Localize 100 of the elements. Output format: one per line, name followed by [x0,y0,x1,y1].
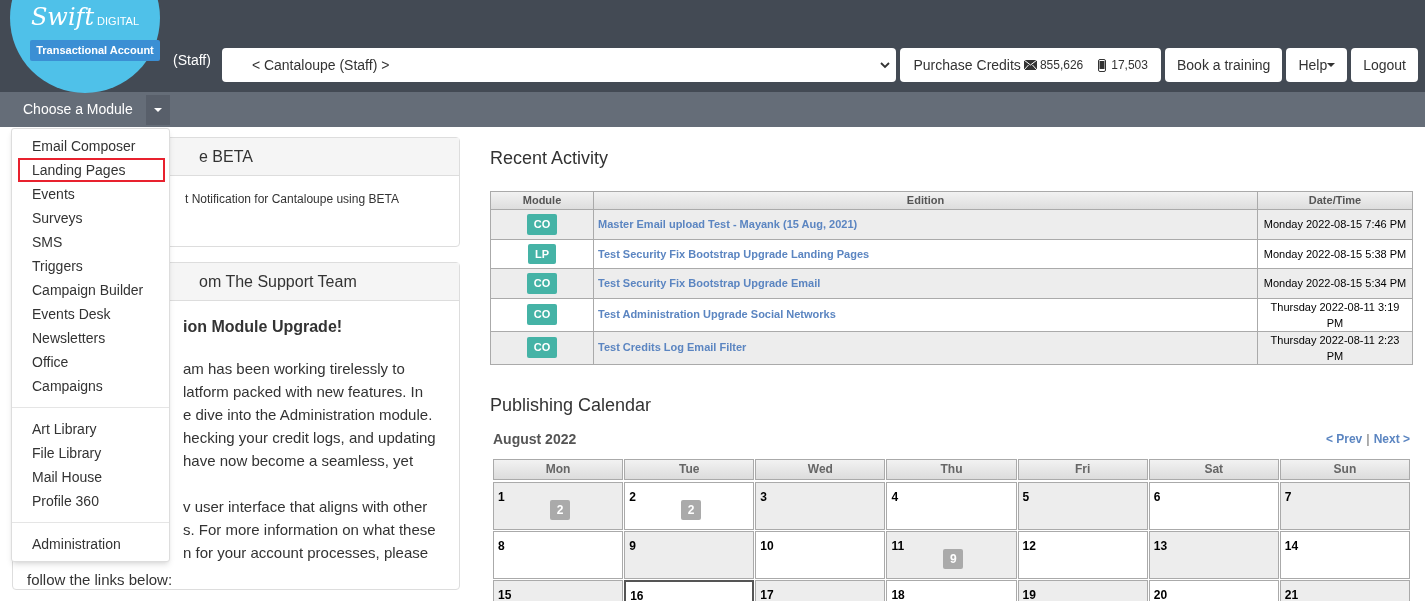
menu-item[interactable]: Art Library [18,417,165,441]
menu-item[interactable]: Administration [18,532,165,556]
purchase-credits-button[interactable]: Purchase Credits 855,626 17,503 [900,48,1161,82]
day-cell[interactable]: 15 [493,579,624,601]
logo-word: DIGITAL [97,16,140,27]
choose-module-label[interactable]: Choose a Module [23,99,133,120]
day-cell[interactable]: 6 [1148,481,1279,530]
menu-item[interactable]: Mail House [18,465,165,489]
paragraph-line: e dive into the Administration module. [182,405,434,425]
envelope-icon [1023,60,1037,70]
panel-heading: ion Module Upgrade! [182,317,344,337]
day-cell[interactable]: 18 [886,579,1017,601]
chevron-down-icon [880,61,891,69]
day-number: 8 [498,537,505,555]
panel-title: e BETA [199,146,253,167]
day-cell[interactable]: 12 [1017,530,1148,579]
next-link[interactable]: Next > [1373,430,1410,448]
menu-item[interactable]: Surveys [18,206,165,230]
weekday-header: Tue [624,458,755,480]
day-number: 17 [760,586,774,601]
day-number: 21 [1284,586,1299,601]
menu-item[interactable]: Triggers [18,254,165,278]
help-button[interactable]: Help [1286,48,1348,82]
day-number: 2 [629,488,636,506]
module-badge: LP [527,243,557,264]
day-cell[interactable]: 7 [1279,481,1410,530]
menu-item[interactable]: Events Desk [18,302,165,326]
day-number: 14 [1284,537,1299,555]
module-toggle-button[interactable] [145,94,170,125]
panel-text: t Notification for Cantaloupe using BETA [184,191,400,208]
paragraph-line: have now become a seamless, yet [182,451,415,471]
header-button[interactable]: Book a training [1164,48,1283,82]
weekday-header: Wed [755,458,886,480]
table-cell: Monday 2022-08-15 5:38 PM [1257,239,1413,269]
month-label: August 2022 [493,429,577,449]
day-cell[interactable]: 16 [624,579,755,601]
edition-link[interactable]: Test Administration Upgrade Social Networks [598,308,836,321]
menu-item[interactable]: Campaign Builder [18,278,165,302]
menu-item[interactable]: File Library [18,441,165,465]
day-number: 4 [891,488,899,506]
count-badge: 2 [681,499,702,520]
menu-item[interactable]: SMS [18,230,165,254]
account-select[interactable]: < Cantaloupe (Staff) > [221,48,897,82]
paragraph-line: follow the links below: [26,571,174,589]
count-badge: 9 [943,548,964,569]
logo-script: Swift [30,5,95,29]
day-cell[interactable]: 4 [886,481,1017,530]
menu-item[interactable]: Landing Pages [18,158,165,182]
day-cell[interactable]: 17 [755,579,886,601]
section-title: Publishing Calendar [490,393,653,417]
day-cell[interactable]: 8 [493,530,624,579]
day-cell[interactable]: 13 [1148,530,1279,579]
phone-icon [1098,58,1107,72]
menu-item[interactable]: Profile 360 [18,489,165,513]
day-cell[interactable]: 5 [1017,481,1148,530]
day-cell[interactable]: 19 [1017,579,1148,601]
table-cell: Thursday 2022-08-11 2:23 PM [1257,331,1413,364]
paragraph-line: n for your account processes, please [182,543,430,563]
day-cell[interactable]: 3 [755,481,886,530]
day-number: 9 [629,537,636,555]
prev-link[interactable]: < Prev [1325,430,1363,448]
menu-item[interactable]: Email Composer [18,134,165,158]
day-number: 3 [760,488,767,506]
day-cell[interactable]: 10 [755,530,886,579]
day-cell[interactable]: 21 [1279,579,1410,601]
day-number: 19 [1022,586,1036,601]
module-badge: CO [526,273,558,294]
weekday-header: Thu [886,458,1017,480]
panel-title: om The Support Team [199,271,357,292]
day-cell[interactable]: 2 2 [624,481,755,530]
weekday-header: Mon [493,458,624,480]
table-cell: Thursday 2022-08-11 3:19 PM [1257,298,1413,331]
weekday-header: Sat [1148,458,1279,480]
caret-icon [153,107,162,112]
day-number: 7 [1284,488,1292,506]
paragraph-line: am has been working tirelessly to [182,359,406,379]
menu-item[interactable]: Office [18,350,165,374]
column-header: Date/Time [1257,191,1413,210]
paragraph-line: hecking your credit logs, and updating [182,428,437,448]
day-cell[interactable]: 1 2 [493,481,624,530]
edition-link[interactable]: Test Security Fix Bootstrap Upgrade Landing Pages [598,247,870,260]
day-cell[interactable]: 14 [1279,530,1410,579]
day-number: 20 [1153,586,1168,601]
module-badge: CO [526,214,558,235]
menu-item[interactable]: Events [18,182,165,206]
module-badge: CO [526,337,558,358]
day-cell[interactable]: 11 9 [886,530,1017,579]
menu-item[interactable]: Newsletters [18,326,165,350]
section-title: Recent Activity [490,147,610,170]
column-header: Edition [593,191,1258,210]
day-number: 18 [891,586,905,601]
day-cell[interactable]: 20 [1148,579,1279,601]
caret-icon [1327,63,1336,67]
header-button[interactable]: Logout [1351,48,1418,82]
count-badge: 2 [550,499,570,520]
day-cell[interactable]: 9 [624,530,755,579]
menu-item[interactable]: Campaigns [18,374,165,398]
column-header: Module [490,191,594,210]
table-cell: Monday 2022-08-15 5:34 PM [1257,268,1413,298]
day-number: 11 [891,537,905,555]
